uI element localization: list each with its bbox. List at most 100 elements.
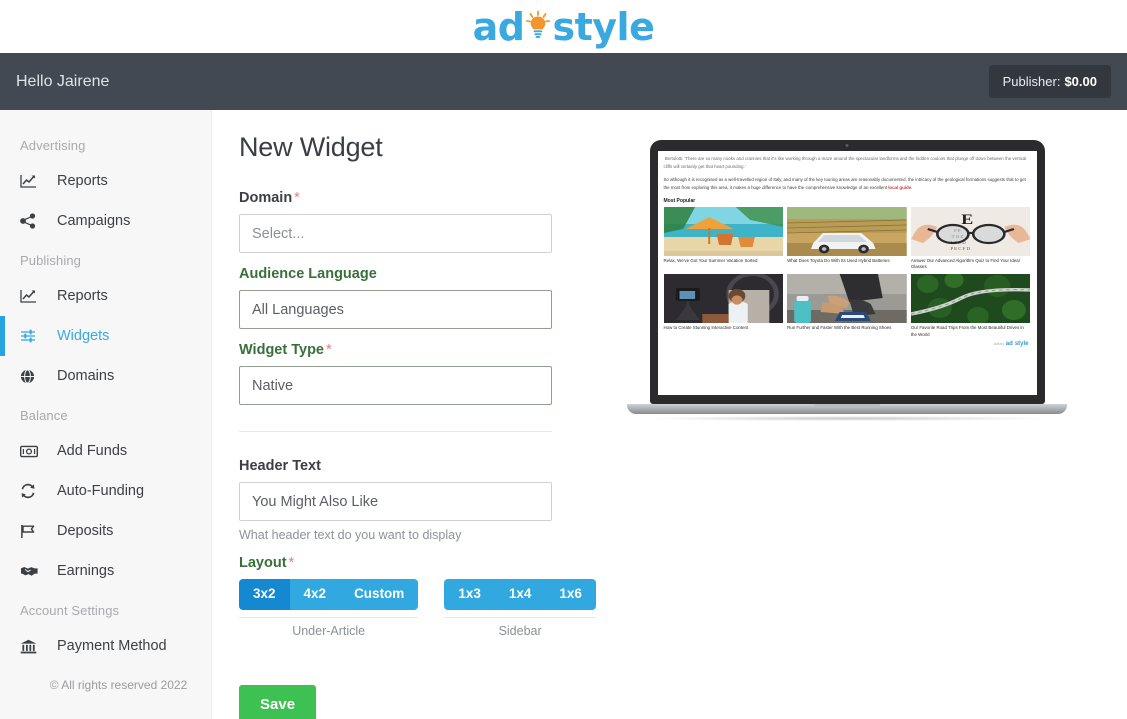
layout-option-groups: 3x2 4x2 Custom Under-Article 1x3 1x4 1x6… — [239, 579, 596, 638]
form-divider — [239, 431, 552, 432]
runner-tying-shoes-photo — [787, 274, 907, 324]
audience-language-value: All Languages — [252, 301, 344, 318]
sidebar-item-domains[interactable]: Domains — [0, 356, 211, 396]
user-greeting: Hello Jairene — [16, 72, 110, 90]
sidebar-item-label: Reports — [57, 173, 108, 189]
publisher-balance-badge[interactable]: Publisher: $0.00 — [988, 65, 1111, 98]
handshake-icon — [20, 564, 50, 578]
logo-text-style: style — [552, 4, 655, 49]
widget-type-label-text: Widget Type — [239, 342, 324, 358]
preview-article-paragraph-1: Bertolotti. 'There are so many nooks and… — [663, 156, 1027, 170]
sliders-icon — [20, 328, 50, 344]
widget-type-select[interactable]: Native — [239, 366, 552, 405]
preview-card[interactable]: What Does Toyota Do With Its Used Hybrid… — [787, 206, 907, 272]
laptop-notch — [814, 404, 880, 408]
field-layout: Layout * 3x2 4x2 Custom Under-Article 1x3 — [239, 555, 596, 638]
sidebar-copyright: © All rights reserved 2022 — [49, 678, 188, 692]
preview-card-title: How to Create Stunning Interactive Conte… — [663, 325, 749, 331]
page-body: Advertising Reports Campaigns Publishing… — [0, 110, 1127, 719]
logo-bar: ad style — [0, 0, 1127, 53]
under-article-caption: Under-Article — [239, 616, 419, 638]
sidebar-item-label: Add Funds — [57, 443, 128, 459]
adstyle-logo[interactable]: ad style — [473, 8, 655, 46]
sidebar-item-label: Widgets — [57, 328, 110, 344]
sidebar-item-earnings[interactable]: Earnings — [0, 551, 211, 591]
laptop-screen: Bertolotti. 'There are so many nooks and… — [657, 151, 1037, 395]
layout-option-4x2[interactable]: 4x2 — [289, 579, 341, 610]
preview-card-title: Answer Our Advanced Algorithm Quiz to Fi… — [910, 257, 1020, 270]
chart-line-icon — [20, 289, 50, 304]
share-nodes-icon — [20, 213, 50, 229]
aerial-forest-road-photo — [910, 272, 1031, 326]
preview-card[interactable]: Run Further and Faster With the Best Run… — [787, 274, 907, 339]
sidebar-group-account-settings-title: Account Settings — [20, 603, 120, 618]
chart-line-icon — [20, 174, 50, 189]
layout-label: Layout * — [239, 555, 572, 571]
money-bill-icon — [20, 445, 50, 458]
svg-text:P E C F D: P E C F D — [950, 246, 969, 251]
save-button[interactable]: Save — [239, 684, 317, 719]
required-asterisk: * — [326, 342, 332, 358]
preview-card[interactable]: How to Create Stunning Interactive Conte… — [663, 272, 784, 339]
laptop-lid: Bertolotti. 'There are so many nooks and… — [649, 140, 1045, 404]
sidebar-item-widgets[interactable]: Widgets — [0, 316, 211, 356]
required-asterisk: * — [288, 555, 295, 571]
audience-language-label: Audience Language — [239, 266, 377, 282]
audience-language-select[interactable]: All Languages — [239, 290, 552, 329]
sidebar-item-publishing-reports[interactable]: Reports — [0, 276, 211, 316]
sidebar-item-label: Domains — [57, 368, 115, 384]
preview-widget-heading: Most Popular — [663, 197, 696, 204]
header-text-helper: What header text do you want to display — [239, 528, 462, 542]
field-domain: Domain * Select... — [239, 190, 572, 253]
widget-type-label: Widget Type * — [239, 342, 572, 358]
sidebar-group-publishing-title: Publishing — [20, 253, 81, 268]
layout-label-text: Layout — [239, 555, 287, 571]
preview-paragraph-2-text-b: . — [911, 185, 913, 191]
sidebar-item-payment-method[interactable]: Payment Method — [0, 626, 211, 666]
globe-icon — [20, 368, 50, 384]
white-suv-vineyard-photo — [787, 206, 907, 256]
field-audience-language: Audience Language All Languages — [239, 266, 572, 329]
layout-option-1x3[interactable]: 1x3 — [444, 579, 495, 610]
bank-icon — [20, 639, 50, 654]
sidebar-item-label: Auto-Funding — [57, 483, 145, 499]
svg-text:E: E — [961, 210, 973, 227]
layout-option-3x2[interactable]: 3x2 — [239, 579, 290, 610]
sidebar-item-campaigns[interactable]: Campaigns — [0, 201, 211, 241]
header-text-label: Header Text — [239, 458, 321, 474]
header-text-input[interactable]: You Might Also Like — [239, 482, 552, 521]
sidebar-item-label: Reports — [57, 288, 108, 304]
preview-card-title: Relax, We've Got Your Summer Vacation So… — [663, 257, 758, 263]
logo-text-ad: ad — [472, 4, 525, 49]
local-guide-link[interactable]: local guide — [888, 185, 911, 190]
field-header-text: Header Text You Might Also Like What hea… — [239, 458, 572, 542]
required-asterisk: * — [294, 190, 300, 206]
flag-icon — [20, 524, 50, 539]
sidebar-item-advertising-reports[interactable]: Reports — [0, 161, 211, 201]
publisher-balance-label: Publisher: — [1002, 74, 1061, 89]
sidebar-item-add-funds[interactable]: Add Funds — [0, 431, 211, 471]
sidebar-group-advertising-title: Advertising — [20, 138, 86, 153]
sidebar-item-label: Deposits — [57, 523, 114, 539]
laptop-base — [627, 404, 1067, 414]
widget-preview-column: Bertolotti. 'There are so many nooks and… — [572, 132, 1127, 719]
sidebar-item-deposits[interactable]: Deposits — [0, 511, 211, 551]
sidebar-item-auto-funding[interactable]: Auto-Funding — [0, 471, 211, 511]
sidebar-item-label: Earnings — [57, 563, 115, 579]
sidebar-group-balance-title: Balance — [20, 408, 68, 423]
domain-select[interactable]: Select... — [239, 214, 552, 253]
new-widget-form: New Widget Domain * Select... Audience La… — [212, 132, 596, 719]
preview-card[interactable]: E F PT O Z L P E DP E C F D Answer Our A… — [910, 206, 1031, 272]
domain-select-value: Select... — [252, 225, 305, 242]
webcam-icon — [845, 144, 849, 147]
preview-card-title: Our Favorite Road Trips From the Most Be… — [910, 325, 1024, 338]
lightbulb-icon — [525, 10, 551, 44]
preview-card[interactable]: Our Favorite Road Trips From the Most Be… — [910, 272, 1031, 339]
preview-card-title: Run Further and Faster With the Best Run… — [787, 325, 892, 331]
layout-option-1x4[interactable]: 1x4 — [494, 579, 546, 610]
ads-by-label: Ads by — [994, 341, 1004, 346]
preview-card[interactable]: Relax, We've Got Your Summer Vacation So… — [663, 206, 784, 272]
woman-video-studio-photo — [663, 272, 784, 324]
laptop-shadow — [647, 416, 1047, 421]
layout-option-custom[interactable]: Custom — [340, 579, 419, 610]
